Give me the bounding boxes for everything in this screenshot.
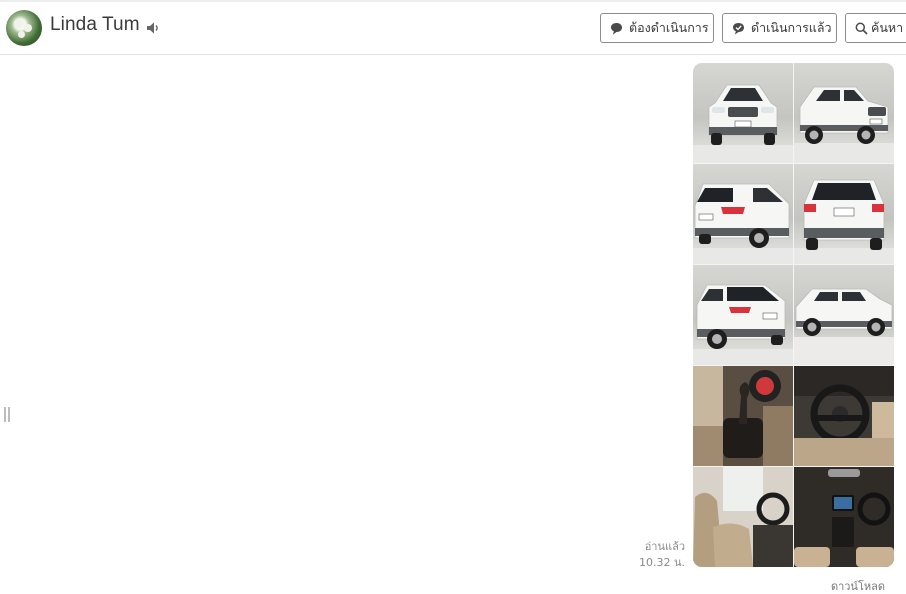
avatar[interactable] [6, 10, 42, 46]
todo-button[interactable]: ต้องดำเนินการ [600, 13, 714, 43]
contact-name[interactable]: Linda Tum [50, 14, 140, 36]
car-rear-three-quarter-image [693, 183, 793, 264]
car-photo-side[interactable] [794, 265, 894, 365]
car-side-image [794, 288, 894, 365]
chat-header: Linda Tum ต้องดำเนินการ ดำเนินการแล้ว ค้… [0, 0, 906, 55]
chat-check-icon [733, 22, 744, 34]
car-front-three-quarter-image [794, 86, 894, 163]
car-rear-three-quarter-image-2 [693, 284, 793, 365]
message-timestamp: 10.32 น. [638, 556, 685, 569]
car-photo-front-three-quarter[interactable] [794, 63, 894, 163]
car-photo-front-seats[interactable] [693, 467, 793, 567]
search-button[interactable]: ค้นหา [845, 13, 906, 43]
done-button-label: ดำเนินการแล้ว [751, 20, 832, 35]
done-button[interactable]: ดำเนินการแล้ว [722, 13, 837, 43]
speaker-icon[interactable] [146, 21, 161, 35]
car-photo-rear[interactable] [794, 164, 894, 264]
search-icon [855, 22, 868, 35]
download-link[interactable]: ดาวน์โหลด [800, 577, 885, 594]
car-photo-rear-three-quarter[interactable] [693, 164, 793, 264]
car-photo-dashboard[interactable] [794, 467, 894, 567]
car-front-image [693, 84, 793, 163]
todo-button-label: ต้องดำเนินการ [629, 20, 709, 35]
car-photo-front[interactable] [693, 63, 793, 163]
car-rear-image [794, 179, 894, 264]
read-status-text: อ่านแล้ว [644, 540, 685, 553]
dashboard-image [794, 467, 894, 567]
car-photo-steering-wheel[interactable] [794, 366, 894, 466]
header-top-divider [0, 0, 906, 2]
chat-bubble-icon [611, 22, 622, 34]
car-photo-gear-shifter[interactable] [693, 366, 793, 466]
read-receipt: อ่านแล้ว 10.32 น. [600, 539, 685, 571]
front-seats-image [693, 467, 793, 567]
photo-gallery-message[interactable] [693, 63, 894, 567]
drag-handle-icon[interactable] [4, 407, 10, 422]
car-photo-rear-three-quarter-2[interactable] [693, 265, 793, 365]
gear-shifter-image [693, 366, 793, 466]
steering-wheel-image [794, 366, 894, 466]
search-button-label: ค้นหา [871, 20, 904, 35]
